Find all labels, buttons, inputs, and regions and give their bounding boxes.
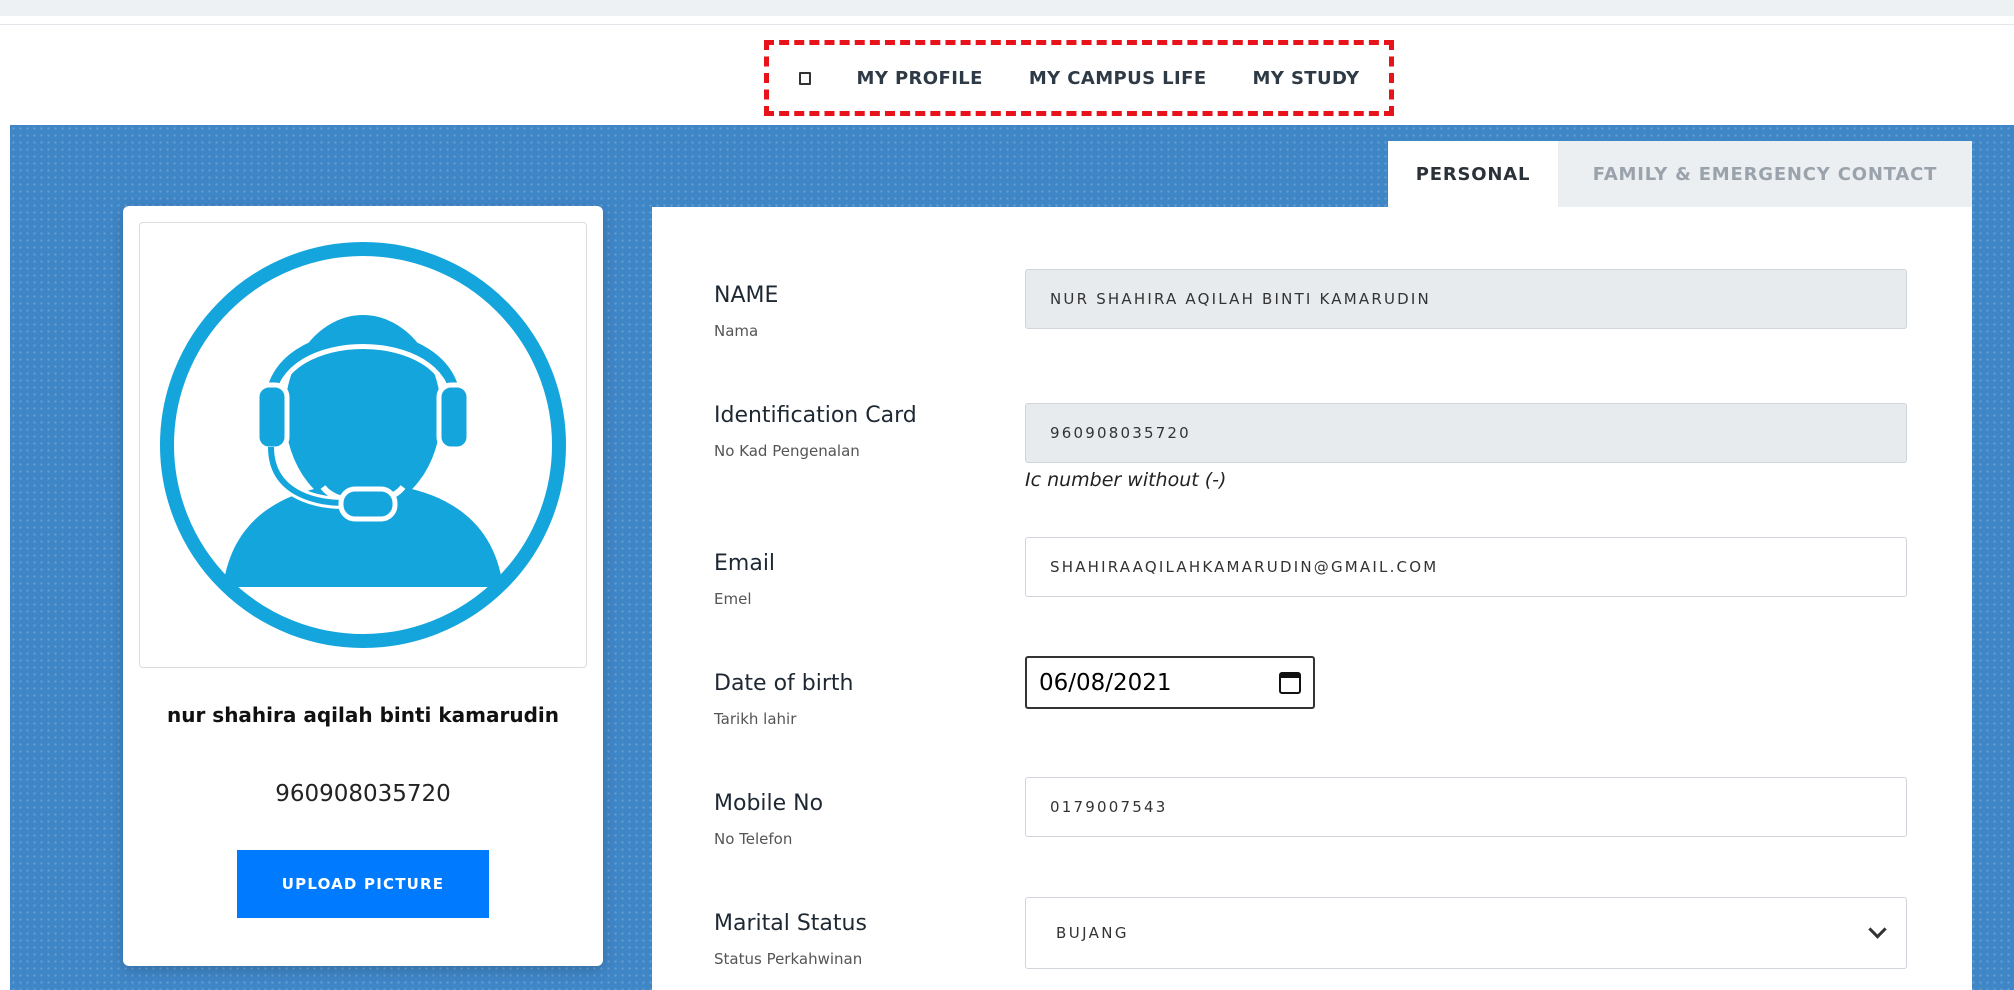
marital-label: Marital Status [714, 911, 867, 936]
support-agent-icon [160, 242, 566, 648]
profile-ic-number: 960908035720 [275, 781, 451, 807]
tab-family-emergency-contact[interactable]: FAMILY & EMERGENCY CONTACT [1558, 141, 1972, 207]
mobile-input[interactable]: 0179007543 [1025, 777, 1907, 837]
upload-picture-button[interactable]: UPLOAD PICTURE [237, 850, 489, 918]
ic-hint: Ic number without (-) [1025, 469, 1227, 491]
dob-date-input[interactable]: 06/08/2021 [1025, 656, 1315, 709]
ic-label: Identification Card [714, 403, 917, 428]
mobile-label: Mobile No [714, 791, 824, 816]
home-icon[interactable] [798, 71, 811, 85]
name-sublabel: Nama [714, 322, 759, 340]
profile-card: nur shahira aqilah binti kamarudin 96090… [123, 206, 603, 966]
email-input[interactable]: SHAHIRAAQILAHKAMARUDIN@GMAIL.COM [1025, 537, 1907, 597]
profile-tabs: PERSONAL FAMILY & EMERGENCY CONTACT [1388, 141, 1972, 207]
email-label: Email [714, 551, 776, 576]
dob-label: Date of birth [714, 671, 854, 696]
profile-name: nur shahira aqilah binti kamarudin [166, 703, 559, 727]
top-divider [0, 24, 2014, 25]
profile-photo [139, 222, 587, 668]
marital-sublabel: Status Perkahwinan [714, 950, 863, 968]
name-input[interactable]: NUR SHAHIRA AQILAH BINTI KAMARUDIN [1025, 269, 1907, 329]
email-field-label-group: Email Emel [714, 551, 775, 608]
tab-personal[interactable]: PERSONAL [1388, 141, 1558, 207]
marital-value: BUJANG [1056, 924, 1129, 942]
chevron-down-icon [1868, 919, 1887, 939]
ic-sublabel: No Kad Pengenalan [714, 442, 860, 460]
dob-value: 06/08/2021 [1039, 669, 1172, 696]
main-nav: MY PROFILE MY CAMPUS LIFE MY STUDY [764, 40, 1394, 116]
mobile-sublabel: No Telefon [714, 830, 793, 848]
mobile-field-label-group: Mobile No No Telefon [714, 791, 823, 848]
nav-my-profile[interactable]: MY PROFILE [857, 68, 983, 89]
marital-status-select[interactable]: BUJANG [1025, 897, 1907, 969]
ic-input[interactable]: 960908035720 [1025, 403, 1907, 463]
name-field-label-group: NAME Nama [714, 283, 778, 340]
ic-field-label-group: Identification Card No Kad Pengenalan [714, 403, 917, 460]
marital-field-label-group: Marital Status Status Perkahwinan [714, 911, 867, 968]
calendar-icon[interactable] [1279, 671, 1301, 694]
name-label: NAME [714, 283, 779, 308]
nav-my-study[interactable]: MY STUDY [1253, 68, 1360, 89]
dob-sublabel: Tarikh lahir [714, 710, 797, 728]
dob-field-label-group: Date of birth Tarikh lahir [714, 671, 853, 728]
top-strip [0, 0, 2014, 16]
personal-form: NAME Nama NUR SHAHIRA AQILAH BINTI KAMAR… [652, 207, 1972, 990]
email-sublabel: Emel [714, 590, 752, 608]
nav-my-campus-life[interactable]: MY CAMPUS LIFE [1029, 68, 1207, 89]
